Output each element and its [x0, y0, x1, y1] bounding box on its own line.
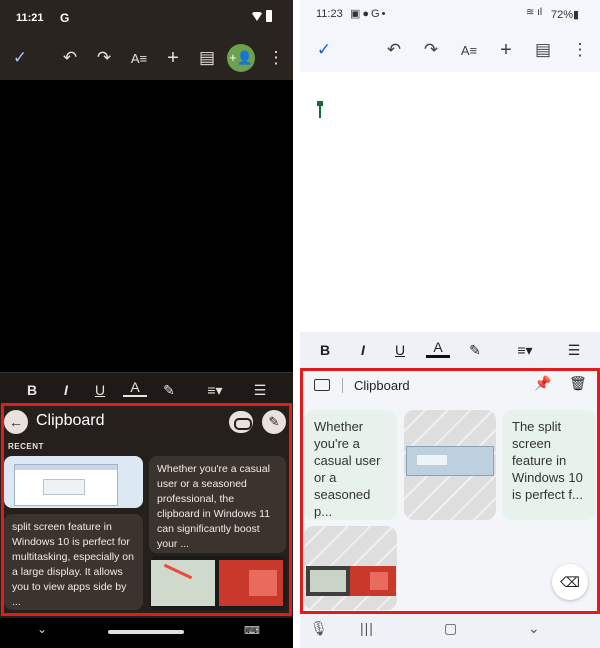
document-canvas[interactable]: [300, 72, 600, 332]
list-icon[interactable]: ☰: [562, 339, 586, 361]
undo-icon[interactable]: ↶: [56, 44, 84, 72]
right-phone-light: 11:23 ▣●G• ≋ ıl 72%▮ ✓ ↶ ↷ A≡ + ▤ ⋮ B I …: [300, 0, 600, 648]
doc-toolbar: ✓ ↶ ↷ A≡ + ▤ ⋮: [300, 28, 600, 72]
bold-button[interactable]: B: [20, 379, 44, 401]
format-bar: B I U A ✎ ≡▾ ☰: [0, 372, 293, 406]
highlight-box: [300, 368, 600, 614]
redo-icon[interactable]: ↷: [90, 44, 118, 72]
text-color-button[interactable]: A: [123, 379, 147, 397]
align-dropdown[interactable]: ≡▾: [200, 379, 230, 401]
share-person-icon[interactable]: +👤: [227, 44, 255, 72]
comment-icon[interactable]: ▤: [529, 36, 557, 64]
status-bar: 11:21 G: [0, 0, 293, 36]
redo-icon[interactable]: ↷: [417, 36, 445, 64]
highlight-box: [1, 403, 292, 616]
recents-icon[interactable]: |||: [360, 620, 374, 636]
battery-status: 72%▮: [551, 9, 580, 21]
more-options-icon[interactable]: ⋮: [262, 44, 290, 72]
google-icon: G: [60, 11, 70, 25]
text-cursor: [317, 101, 323, 118]
wifi-icon: [252, 12, 262, 21]
battery-icon: [266, 10, 272, 22]
back-chevron-icon[interactable]: ⌄: [528, 620, 540, 637]
align-dropdown[interactable]: ≡▾: [510, 339, 540, 361]
system-nav-bar: 🎙 ||| ▢ ⌄: [300, 612, 600, 648]
italic-button[interactable]: I: [351, 339, 375, 361]
underline-button[interactable]: U: [388, 339, 412, 361]
screenshot-composite: 11:21 G ✓ ↶ ↷ A≡ + ▤ +👤 ⋮ B I U A ✎ ≡▾ ☰…: [0, 0, 600, 648]
home-gesture-pill[interactable]: [108, 630, 184, 634]
text-format-icon[interactable]: A≡: [455, 36, 483, 64]
signal-icon: ≋ ıl: [526, 7, 543, 18]
done-check-icon[interactable]: ✓: [6, 44, 34, 72]
system-nav-bar: ⌄ ⌨: [0, 618, 293, 648]
keyboard-icon[interactable]: ⌨: [244, 624, 260, 637]
microphone-icon[interactable]: 🎙: [310, 620, 328, 637]
format-bar: B I U A ✎ ≡▾ ☰: [300, 332, 600, 368]
home-icon[interactable]: ▢: [444, 620, 457, 637]
list-icon[interactable]: ☰: [248, 379, 272, 401]
highlight-icon[interactable]: ✎: [463, 339, 487, 361]
more-options-icon[interactable]: ⋮: [566, 36, 594, 64]
highlight-icon[interactable]: ✎: [157, 379, 181, 401]
doc-toolbar: ✓ ↶ ↷ A≡ + ▤ +👤 ⋮: [0, 36, 293, 80]
status-bar: 11:23 ▣●G• ≋ ıl 72%▮: [300, 0, 600, 28]
divider: [293, 0, 300, 648]
notification-icons: ▣●G•: [350, 8, 388, 20]
add-icon[interactable]: +: [492, 36, 520, 64]
underline-button[interactable]: U: [88, 379, 112, 401]
status-time: 11:21: [16, 12, 44, 24]
left-phone-dark: 11:21 G ✓ ↶ ↷ A≡ + ▤ +👤 ⋮ B I U A ✎ ≡▾ ☰…: [0, 0, 293, 648]
status-time: 11:23: [316, 8, 343, 20]
chevron-down-icon[interactable]: ⌄: [37, 622, 47, 636]
bold-button[interactable]: B: [313, 339, 337, 361]
done-check-icon[interactable]: ✓: [310, 36, 338, 64]
italic-button[interactable]: I: [54, 379, 78, 401]
undo-icon[interactable]: ↶: [380, 36, 408, 64]
comment-icon[interactable]: ▤: [193, 44, 221, 72]
text-format-icon[interactable]: A≡: [125, 44, 153, 72]
text-color-button[interactable]: A: [426, 339, 450, 358]
add-icon[interactable]: +: [159, 44, 187, 72]
